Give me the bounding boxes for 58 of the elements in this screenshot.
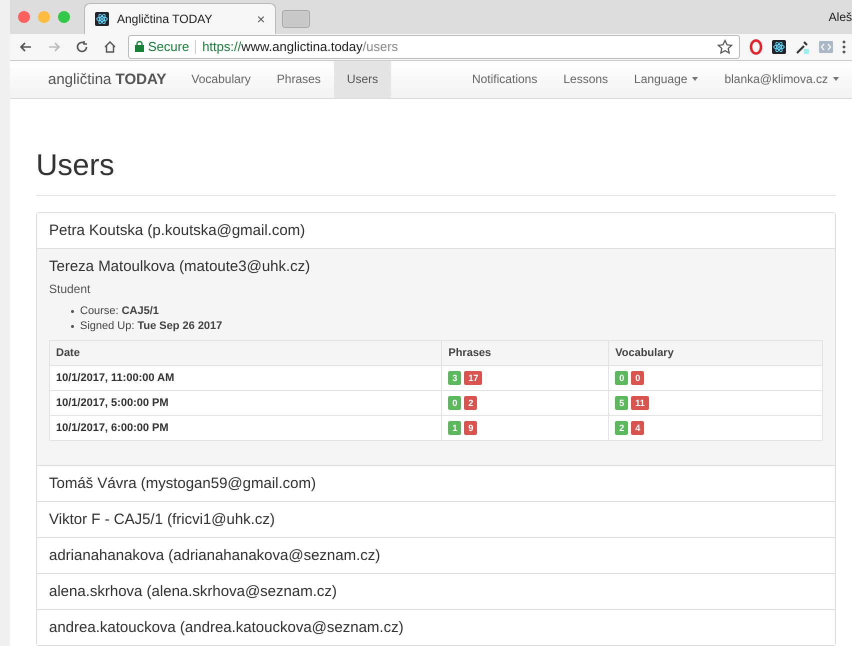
wrong-count: 11 bbox=[631, 396, 649, 410]
correct-count: 5 bbox=[615, 396, 628, 410]
nav-dropdown[interactable]: blanka@klimova.cz bbox=[724, 72, 828, 86]
browser-tab[interactable]: Angličtina TODAY × bbox=[84, 2, 276, 34]
date-cell: 10/1/2017, 6:00:00 PM bbox=[50, 416, 442, 440]
close-window-button[interactable] bbox=[18, 10, 30, 23]
correct-count: 0 bbox=[615, 371, 628, 385]
user-name: Viktor F - CAJ5/1 (fricvi1@uhk.cz) bbox=[49, 510, 276, 529]
ring-icon[interactable] bbox=[748, 38, 764, 55]
user-list-item[interactable] bbox=[37, 248, 835, 465]
wrong-count: 17 bbox=[464, 371, 482, 385]
star-icon[interactable] bbox=[717, 38, 733, 55]
page-title: Users bbox=[36, 149, 836, 196]
close-tab-button[interactable]: × bbox=[256, 10, 265, 27]
user-name: Tereza Matoulkova (matoute3@uhk.cz) bbox=[49, 257, 312, 276]
user-detail: Course: CAJ5/1 bbox=[80, 304, 159, 319]
atom-icon bbox=[95, 12, 109, 26]
date-cell: 10/1/2017, 5:00:00 PM bbox=[50, 390, 442, 416]
nav-link[interactable]: Vocabulary bbox=[178, 60, 264, 98]
menu-icon[interactable] bbox=[842, 40, 846, 54]
secure-label: Secure bbox=[148, 39, 190, 54]
brand-logo[interactable]: angličtina TODAY bbox=[48, 70, 166, 88]
nav-link[interactable]: Phrases bbox=[264, 60, 334, 98]
bullet-icon bbox=[71, 325, 74, 328]
column-header: Vocabulary bbox=[608, 340, 822, 366]
user-detail: Signed Up: Tue Sep 26 2017 bbox=[80, 319, 222, 334]
bullet-icon bbox=[71, 310, 74, 313]
lock-icon bbox=[135, 41, 144, 52]
user-list-item[interactable]: andrea.katouckova (andrea.katouckova@seznam.cz) bbox=[37, 609, 835, 645]
user-name: adrianahanakova (adrianahanakova@seznam.cz) bbox=[49, 546, 382, 565]
reload-icon[interactable] bbox=[75, 40, 89, 54]
column-header: Phrases bbox=[442, 340, 609, 366]
user-name: Petra Koutska (p.koutska@gmail.com) bbox=[49, 221, 306, 240]
profile-name[interactable]: Aleš bbox=[828, 10, 852, 24]
user-name: alena.skrhova (alena.skrhova@seznam.cz) bbox=[49, 582, 338, 601]
wrong-count: 9 bbox=[464, 421, 478, 435]
column-header: Date bbox=[50, 340, 442, 366]
wrong-count: 2 bbox=[464, 396, 478, 410]
correct-count: 0 bbox=[448, 396, 462, 410]
wrong-count: 0 bbox=[631, 371, 644, 385]
user-name: Tomáš Vávra (mystogan59@gmail.com) bbox=[49, 474, 317, 493]
nav-link[interactable]: Notifications bbox=[472, 72, 538, 86]
user-role: Student bbox=[49, 282, 92, 296]
user-name: andrea.katouckova (andrea.katouckova@seznam.cz) bbox=[49, 618, 405, 637]
home-icon[interactable] bbox=[103, 40, 117, 54]
wrong-count: 4 bbox=[631, 421, 644, 435]
back-icon[interactable] bbox=[19, 40, 33, 54]
date-cell: 10/1/2017, 11:00:00 AM bbox=[50, 366, 442, 390]
atom-icon bbox=[772, 40, 786, 54]
nav-dropdown[interactable]: Language bbox=[634, 72, 688, 86]
address-bar[interactable]: Secure https://www.anglictina.today/users bbox=[128, 34, 740, 59]
correct-count: 2 bbox=[615, 421, 628, 435]
nav-link[interactable]: Lessons bbox=[563, 72, 608, 86]
correct-count: 3 bbox=[448, 371, 462, 385]
url-text: https://www.anglictina.today/users bbox=[202, 39, 400, 54]
eyedropper-icon[interactable] bbox=[794, 38, 810, 55]
nav-link[interactable]: Users bbox=[334, 60, 392, 98]
correct-count: 1 bbox=[448, 421, 462, 435]
